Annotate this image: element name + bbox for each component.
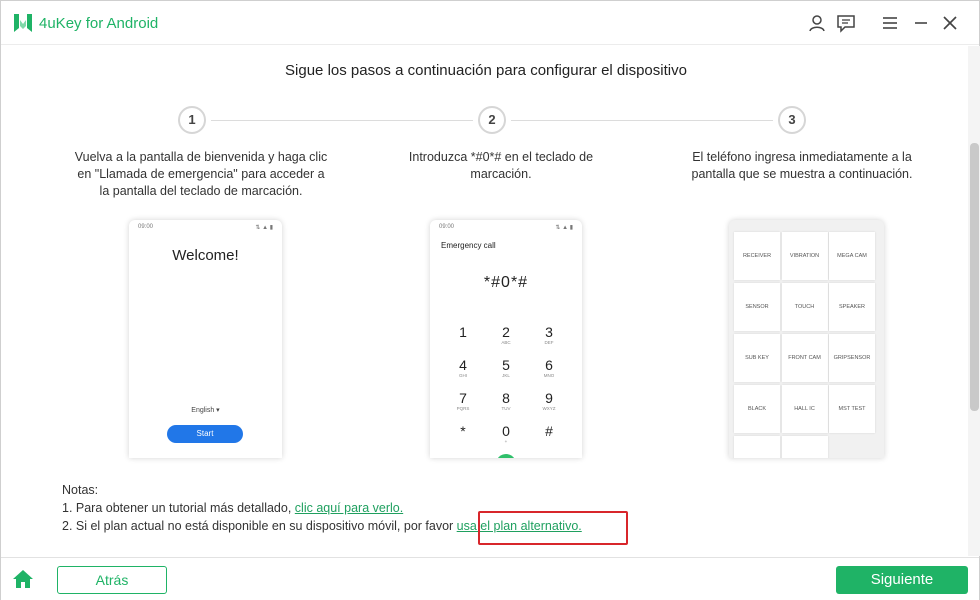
- test-menu-cell: VIBRATION: [781, 232, 828, 280]
- dialer-key: *: [448, 423, 478, 439]
- note-2-text: 2. Si el plan actual no está disponible …: [62, 519, 457, 533]
- minimize-icon[interactable]: [911, 13, 931, 33]
- test-menu-cell: BLACK: [734, 385, 780, 433]
- dialer-key: 7 PQRS: [448, 390, 478, 412]
- user-icon[interactable]: [807, 13, 827, 33]
- dialer-key-letters: MNO: [543, 373, 555, 378]
- test-menu-cell: RECEIVER: [734, 232, 780, 280]
- dialed-code: *#0*#: [483, 274, 529, 291]
- step-connector: [511, 120, 773, 121]
- dialer-key-letters: DEF: [544, 340, 554, 345]
- test-menu-cell: HALL IC: [781, 385, 828, 433]
- dialer-key-letters: TUV: [501, 406, 511, 411]
- status-indicators: ⇅ ▲ ▮: [555, 225, 573, 231]
- dialer-key-digit: *: [460, 423, 466, 439]
- dialer-key: #: [534, 423, 564, 439]
- dialer-key-digit: 2: [502, 324, 510, 340]
- dialer-key-letters: WXYZ: [542, 406, 556, 411]
- dialer-key-digit: #: [545, 423, 553, 439]
- step-number-2: 2: [478, 106, 506, 134]
- language-selector: English ▾: [191, 407, 220, 414]
- step-number-3: 3: [778, 106, 806, 134]
- dialer-key-digit: 6: [545, 357, 553, 373]
- phone-welcome-screen: 09:00 ⇅ ▲ ▮ Welcome! English ▾ Start: [129, 220, 282, 458]
- dialer-key: 6 MNO: [534, 357, 564, 379]
- page-title: Sigue los pasos a continuación para conf…: [285, 62, 687, 79]
- phone-status-bar: 09:00 ⇅ ▲ ▮: [430, 220, 582, 234]
- app-title: 4uKey for Android: [39, 15, 159, 32]
- dialer-key: 1: [448, 324, 478, 340]
- phone-start-button: Start: [167, 425, 243, 443]
- feedback-icon[interactable]: [836, 13, 856, 33]
- app-logo-icon: [14, 14, 32, 32]
- test-menu-cell: GRIPSENSOR: [829, 334, 875, 382]
- app-window: 4uKey for Android Sigue los pasos a cont…: [0, 0, 980, 600]
- test-menu-cell: MEGA CAM: [829, 232, 875, 280]
- test-menu-cell: FRONT CAM: [781, 334, 828, 382]
- emergency-call-title: Emergency call: [441, 241, 496, 250]
- test-menu-cell: SPEAKER: [829, 283, 875, 331]
- dialer-key-digit: 0: [502, 423, 510, 439]
- test-menu-cell: SENSOR: [734, 283, 780, 331]
- welcome-text: Welcome!: [172, 247, 239, 264]
- dialer-key: 0 +: [491, 423, 521, 445]
- next-button[interactable]: Siguiente: [836, 566, 968, 594]
- footer-bar: Atrás Siguiente: [1, 557, 979, 600]
- note-1-text: 1. Para obtener un tutorial más detallad…: [62, 501, 295, 515]
- dialer-key: 9 WXYZ: [534, 390, 564, 412]
- dialer-key-letters: ABC: [501, 340, 511, 345]
- test-menu-cell: TOUCH: [781, 283, 828, 331]
- notes-heading: Notas:: [62, 483, 99, 497]
- test-menu-cell: SUB KEY: [734, 334, 780, 382]
- phone-test-menu: RECEIVER VIBRATION MEGA CAM SENSOR TOUCH SPEA…: [729, 220, 884, 458]
- tutorial-link[interactable]: clic aquí para verlo.: [295, 501, 403, 515]
- call-button: [496, 454, 516, 458]
- highlight-annotation-box: [478, 511, 628, 545]
- dialer-key-digit: 8: [502, 390, 510, 406]
- phone-emergency-dialer: 09:00 ⇅ ▲ ▮ Emergency call *#0*# 1 2 ABC 3 D…: [430, 220, 582, 458]
- test-menu-cell: MST TEST: [829, 385, 875, 433]
- step-connector: [211, 120, 473, 121]
- menu-icon[interactable]: [880, 13, 900, 33]
- dialer-key: 8 TUV: [491, 390, 521, 412]
- dialer-key-letters: JKL: [502, 373, 510, 378]
- test-menu-cell: [781, 436, 828, 458]
- dialer-key-digit: 4: [459, 357, 467, 373]
- dialer-key-digit: 1: [459, 324, 467, 340]
- dialer-key-digit: 7: [459, 390, 467, 406]
- dialer-key-digit: 3: [545, 324, 553, 340]
- step-2-instructions: Introduzca *#0*# en el teclado de marcac…: [408, 150, 594, 181]
- step-3-instructions: El teléfono ingresa inmediatamente a la …: [691, 150, 913, 181]
- dialer-key: 3 DEF: [534, 324, 564, 346]
- dialer-key-letters: GHI: [458, 373, 467, 378]
- status-time: 09:00: [439, 224, 455, 230]
- close-icon[interactable]: [940, 13, 960, 33]
- scrollbar-thumb[interactable]: [970, 143, 979, 411]
- step-1-instructions: Vuelva a la pantalla de bienvenida y hag…: [74, 150, 328, 198]
- status-indicators: ⇅ ▲ ▮: [255, 225, 273, 231]
- dialer-key-digit: 5: [502, 357, 510, 373]
- phone-status-bar: 09:00 ⇅ ▲ ▮: [129, 220, 282, 234]
- dialer-key-letters: PQRS: [456, 406, 470, 411]
- dialer-key-digit: 9: [545, 390, 553, 406]
- home-icon[interactable]: [11, 567, 35, 591]
- title-bar: 4uKey for Android: [1, 1, 979, 45]
- back-button[interactable]: Atrás: [57, 566, 167, 594]
- status-time: 09:00: [138, 224, 154, 230]
- test-menu-cell: [734, 436, 780, 458]
- dialer-key: 5 JKL: [491, 357, 521, 379]
- step-number-1: 1: [178, 106, 206, 134]
- dialer-key: 4 GHI: [448, 357, 478, 379]
- dialer-key: 2 ABC: [491, 324, 521, 346]
- dialer-key-letters: +: [504, 439, 508, 444]
